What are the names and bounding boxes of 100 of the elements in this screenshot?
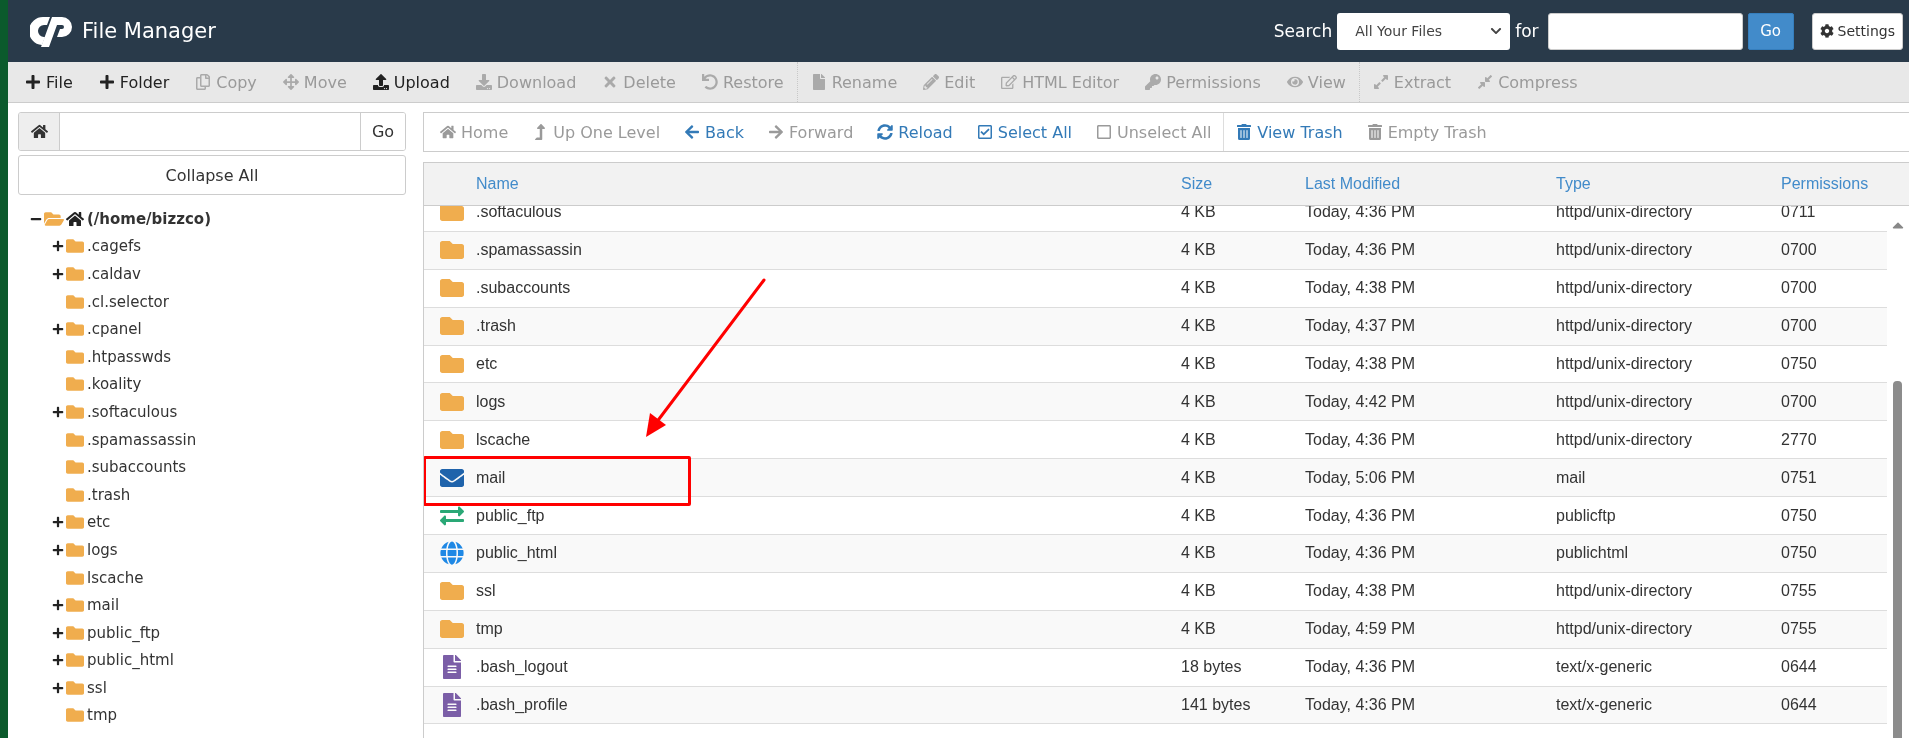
tree-item[interactable]: mail (87, 596, 120, 615)
tree-item[interactable]: .trash (87, 485, 131, 504)
plus-icon (25, 74, 41, 90)
file-name[interactable]: .subaccounts (476, 279, 1181, 298)
folder-icon (66, 430, 84, 449)
upload-icon (372, 74, 389, 90)
folder-icon (66, 678, 84, 697)
file-name[interactable]: .spamassassin (476, 241, 1181, 260)
folder-icon (66, 623, 84, 642)
folder-icon (66, 513, 84, 532)
table-cell-text: 0700 (1781, 279, 1818, 298)
table-cell-text: Today, 4:36 PM (1305, 241, 1416, 260)
tree-item[interactable]: .spamassassin (87, 430, 197, 449)
plus-icon[interactable] (52, 516, 64, 529)
table-cell-text: httpd/unix-directory (1556, 279, 1694, 298)
tree-item[interactable]: .cpanel (87, 320, 142, 339)
search-scope-select[interactable]: All Your Files (1337, 12, 1511, 50)
chevron-down-icon (1490, 25, 1503, 37)
table-cell-text: 0755 (1781, 582, 1818, 601)
table-cell-text: text/x-generic (1556, 696, 1654, 714)
plus-icon[interactable] (52, 626, 64, 639)
go-button[interactable]: Go (1747, 12, 1794, 50)
table-cell-text: Today, 4:36 PM (1305, 206, 1416, 222)
plus-icon[interactable] (52, 323, 64, 336)
nav-button[interactable]: Reload (865, 122, 965, 142)
edit-icon (1001, 74, 1018, 90)
download-icon (475, 74, 492, 90)
file-name[interactable]: lscache (476, 430, 1181, 449)
settings-button[interactable]: Settings (1811, 12, 1903, 50)
file-name[interactable]: .bash_profile (476, 696, 1181, 714)
tree-item[interactable]: lscache (87, 568, 144, 587)
file-name[interactable]: public_html (476, 544, 1181, 563)
folder-icon (66, 568, 84, 587)
path-field[interactable]: Go (18, 112, 406, 151)
table-cell-text: httpd/unix-directory (1556, 392, 1694, 411)
tree-item[interactable]: public_ftp (87, 623, 161, 642)
table-cell-text: 2770 (1781, 430, 1818, 449)
file-name[interactable]: public_ftp (476, 506, 1181, 525)
folder-icon (66, 540, 84, 559)
key-icon (1145, 74, 1162, 90)
file-name[interactable]: ssl (476, 582, 1181, 601)
plus-icon[interactable] (52, 268, 64, 280)
plus-icon[interactable] (52, 654, 64, 667)
file-name[interactable]: .bash_logout (476, 658, 1181, 677)
search-field[interactable] (1547, 12, 1743, 50)
plus-icon[interactable] (52, 599, 64, 612)
trash-icon (1236, 124, 1253, 140)
tree-item[interactable]: .htpasswds (87, 347, 172, 366)
tree-item[interactable]: logs (87, 540, 118, 559)
tree-item[interactable]: .caldav (87, 265, 141, 283)
file-name[interactable]: tmp (476, 620, 1181, 639)
arrow-left-icon (684, 124, 701, 140)
search-label: Search (1273, 21, 1333, 41)
table-cell-text: 4 KB (1181, 317, 1217, 336)
plus-icon[interactable] (52, 405, 64, 418)
table-cell-text: 4 KB (1181, 430, 1217, 449)
plus-icon[interactable] (52, 240, 64, 253)
file-name[interactable]: .softaculous (476, 206, 1181, 222)
table-cell-text: httpd/unix-directory (1556, 206, 1694, 222)
tree-item[interactable]: public_html (87, 651, 174, 670)
table-cell-text: 4 KB (1181, 392, 1217, 411)
folder-icon (66, 458, 84, 477)
tree-item[interactable]: .koality (87, 375, 142, 394)
trash-icon (1366, 124, 1383, 140)
table-cell-text: 0750 (1781, 355, 1818, 373)
toolbar-button[interactable]: Folder (85, 72, 183, 92)
go-button[interactable]: Go (360, 113, 405, 150)
tree-item[interactable]: .cagefs (87, 237, 142, 256)
toolbar-button[interactable]: Upload (359, 72, 463, 92)
table-cell-text: 0700 (1781, 241, 1818, 260)
nav-button[interactable]: Back (672, 122, 756, 142)
plus-icon (98, 74, 115, 90)
tree-item[interactable]: ssl (87, 678, 107, 697)
document-icon (440, 693, 464, 717)
file-name[interactable]: etc (476, 355, 1181, 373)
plus-icon[interactable] (52, 681, 64, 694)
tree-item[interactable]: tmp (87, 706, 117, 725)
tree-item[interactable]: .cl.selector (87, 292, 169, 311)
table-cell-text: Today, 4:36 PM (1305, 506, 1416, 525)
table-cell-text: 4 KB (1181, 582, 1217, 601)
collapse-all-button[interactable]: Collapse All (18, 155, 406, 195)
table-cell-text: Today, 4:38 PM (1305, 582, 1416, 601)
toolbar-button[interactable]: File (12, 72, 86, 92)
tree-item[interactable]: (/home/bizzco) (87, 209, 211, 228)
table-cell-text: Today, 4:36 PM (1305, 430, 1416, 449)
nav-button[interactable]: Select All (964, 122, 1084, 142)
tree-item[interactable]: etc (87, 513, 111, 532)
file-name[interactable]: mail (476, 468, 1181, 487)
file-name[interactable]: .trash (476, 317, 1181, 336)
nav-button[interactable]: View Trash (1224, 122, 1355, 142)
plus-icon[interactable] (52, 543, 64, 556)
file-name[interactable]: logs (476, 392, 1181, 411)
arrow-right-icon (767, 124, 784, 140)
folder-icon (66, 320, 84, 339)
tree-item[interactable]: .softaculous (87, 402, 178, 421)
folder-icon (66, 485, 84, 504)
tree-item[interactable]: .subaccounts (87, 458, 187, 477)
table-cell-text: 4 KB (1181, 279, 1217, 298)
table-cell-text: 0750 (1781, 544, 1818, 563)
four-arrows-icon (282, 74, 299, 90)
